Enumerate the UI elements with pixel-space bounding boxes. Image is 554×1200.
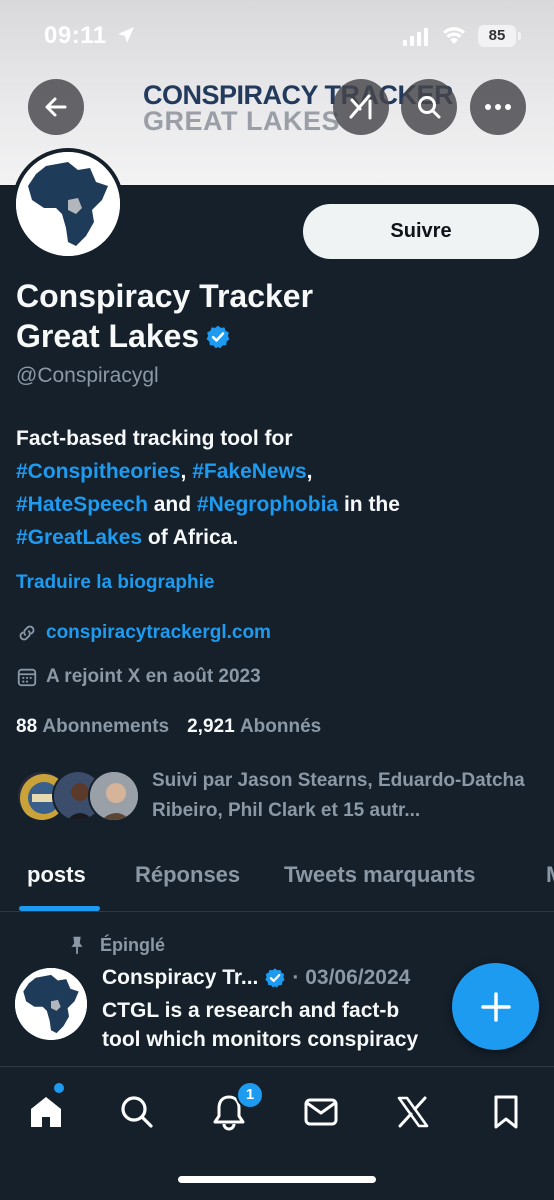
plus-icon [480, 991, 511, 1022]
following-stat[interactable]: 88 Abonnements [16, 716, 169, 738]
link-icon [19, 625, 35, 641]
hashtag-link[interactable]: #FakeNews [192, 460, 306, 483]
followers-count: 2,921 [187, 716, 235, 737]
grok-button[interactable] [333, 79, 389, 135]
hashtag-link[interactable]: #Negrophobia [197, 493, 338, 516]
pin-icon [71, 936, 83, 955]
hashtag-link[interactable]: #HateSpeech [16, 493, 148, 516]
nav-search[interactable] [112, 1087, 162, 1137]
post-date: · 03/06/2024 [292, 966, 411, 989]
pinned-text: Épinglé [100, 934, 166, 955]
bio-text: Fact-based tracking tool for [16, 427, 293, 450]
following-count: 88 [16, 716, 38, 737]
profile-name-line1: Conspiracy Tracker [16, 278, 314, 314]
verified-badge-icon [265, 968, 286, 988]
bio-text: , [180, 460, 193, 483]
bio-text: , [306, 460, 313, 483]
location-arrow-icon [118, 27, 134, 43]
bio-text: and [147, 493, 197, 516]
wifi-icon [443, 27, 465, 44]
back-icon [45, 97, 67, 117]
search-icon [121, 1096, 153, 1128]
notification-badge: 1 [236, 1081, 264, 1109]
avatar [88, 770, 140, 822]
nav-bookmarks[interactable] [481, 1087, 531, 1137]
status-time: 09:11 [44, 22, 107, 49]
following-label: Abonnements [42, 716, 170, 737]
africa-map-logo [16, 152, 120, 256]
back-button[interactable] [28, 79, 84, 135]
post-text-line: tool which monitors conspiracy [102, 1028, 419, 1051]
post-header: Conspiracy Tr... · 03/06/2024 [102, 966, 410, 990]
active-tab-indicator [19, 906, 100, 911]
profile-avatar[interactable] [12, 148, 124, 260]
compose-post-button[interactable] [452, 963, 539, 1050]
post-text-line: CTGL is a research and fact-b [102, 999, 400, 1022]
hashtag-link[interactable]: #Conspitheories [16, 460, 181, 483]
followers-label: Abonnés [239, 716, 322, 737]
followers-stat[interactable]: 2,921 Abonnés [187, 716, 321, 738]
status-bar: 09:11 85 [0, 0, 554, 60]
home-notification-dot [54, 1083, 64, 1093]
search-button[interactable] [401, 79, 457, 135]
home-icon [31, 1097, 61, 1127]
joined-row: A rejoint X en août 2023 [16, 666, 261, 688]
followed-by-avatars[interactable] [16, 770, 140, 824]
joined-date: A rejoint X en août 2023 [46, 666, 261, 687]
post-author-avatar[interactable] [15, 968, 87, 1040]
profile-tabs: posts Réponses Tweets marquants M [0, 848, 554, 912]
profile-bio: Fact-based tracking tool for #Conspitheo… [16, 422, 536, 554]
x-logo-icon [397, 1096, 429, 1128]
profile-name: Conspiracy Tracker Great Lakes [16, 276, 313, 356]
verified-badge-icon[interactable] [205, 324, 231, 350]
post-author-name[interactable]: Conspiracy Tr... [102, 966, 258, 990]
follow-button[interactable]: Suivre [303, 204, 539, 259]
more-icon [485, 104, 511, 110]
translate-bio-link[interactable]: Traduire la biographie [16, 572, 215, 594]
bookmark-icon [494, 1095, 518, 1129]
nav-home[interactable] [21, 1087, 71, 1137]
more-options-button[interactable] [470, 79, 526, 135]
profile-name-line2: Great Lakes [16, 318, 200, 354]
bio-text: of Africa. [142, 526, 239, 549]
bio-text: in the [338, 493, 400, 516]
nav-messages[interactable] [296, 1087, 346, 1137]
tab-posts[interactable]: posts [27, 862, 86, 888]
followed-by-text[interactable]: Suivi par Jason Stearns, Eduardo-Datcha … [152, 766, 542, 826]
website-link[interactable]: conspiracytrackergl.com [46, 622, 271, 644]
tab-media[interactable]: M [546, 862, 554, 888]
cellular-signal-icon [403, 28, 428, 46]
profile-handle: @Conspiracygl [16, 364, 159, 387]
website-row[interactable]: conspiracytrackergl.com [16, 622, 271, 644]
mail-icon [304, 1098, 338, 1126]
calendar-icon [17, 668, 37, 687]
follow-stats: 88 Abonnements 2,921 Abonnés [16, 716, 321, 738]
pinned-label: Épinglé [66, 934, 165, 956]
tab-highlights[interactable]: Tweets marquants [284, 862, 476, 888]
battery-indicator: 85 [478, 25, 521, 47]
africa-map-logo [15, 968, 87, 1040]
nav-x-premium[interactable] [388, 1087, 438, 1137]
hashtag-link[interactable]: #GreatLakes [16, 526, 142, 549]
tab-replies[interactable]: Réponses [135, 862, 240, 888]
grok-icon [349, 94, 372, 120]
post-text[interactable]: CTGL is a research and fact-b tool which… [102, 996, 502, 1054]
search-icon [418, 96, 441, 119]
home-indicator[interactable] [178, 1176, 376, 1183]
